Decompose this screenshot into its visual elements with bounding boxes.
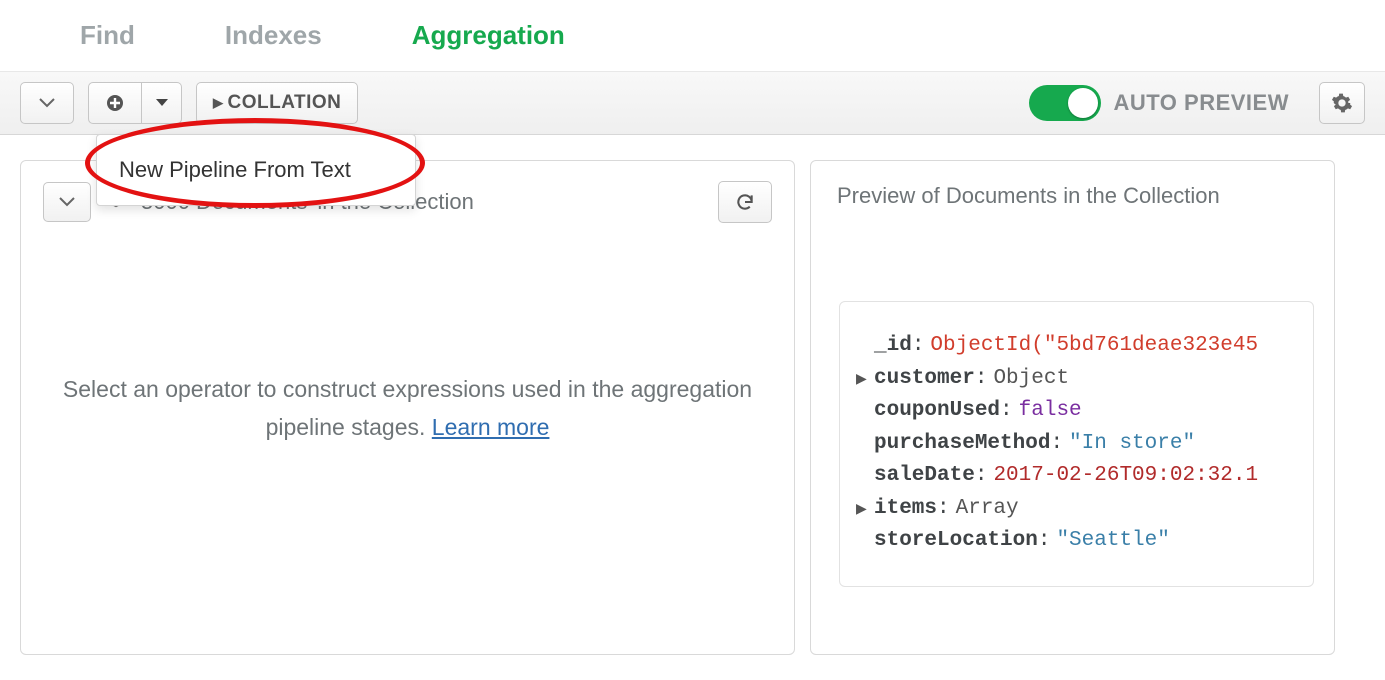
stage-placeholder: Select an operator to construct expressi… <box>21 243 794 654</box>
tab-indexes[interactable]: Indexes <box>225 20 322 51</box>
tab-bar: Find Indexes Aggregation <box>0 0 1385 72</box>
learn-more-link[interactable]: Learn more <box>432 414 550 440</box>
toolbar-expand-button[interactable] <box>20 82 74 124</box>
settings-button[interactable] <box>1319 82 1365 124</box>
tab-aggregation[interactable]: Aggregation <box>412 20 565 51</box>
caret-right-icon: ▶ <box>856 370 874 392</box>
add-stage-dropdown-menu: New Pipeline From Text <box>96 134 416 206</box>
stage-collapse-button[interactable] <box>43 182 91 222</box>
doc-field-items[interactable]: ▶ items: Array <box>856 493 1301 526</box>
caret-right-icon: ▶ <box>213 95 224 111</box>
auto-preview-toggle-wrap: AUTO PREVIEW <box>1029 85 1289 121</box>
gear-icon <box>1331 92 1353 114</box>
menu-item-new-pipeline-from-text[interactable]: New Pipeline From Text <box>97 149 415 191</box>
collation-button[interactable]: ▶ COLLATION <box>196 82 358 124</box>
caret-down-icon <box>156 99 168 107</box>
auto-preview-toggle[interactable] <box>1029 85 1101 121</box>
add-stage-button[interactable] <box>88 82 142 124</box>
doc-field-couponused: couponUsed: false <box>856 395 1301 428</box>
preview-header: Preview of Documents in the Collection <box>811 161 1334 231</box>
add-stage-dropdown-button[interactable] <box>142 82 182 124</box>
collation-label: COLLATION <box>228 92 342 114</box>
content-area: 5000 Documents in the Collection Select … <box>0 135 1385 680</box>
refresh-button[interactable] <box>718 181 772 223</box>
doc-field-id: _id: ObjectId("5bd761deae323e45 <box>856 330 1301 363</box>
toggle-knob <box>1068 88 1098 118</box>
add-stage-button-group <box>88 82 182 124</box>
chevron-down-icon <box>59 197 75 207</box>
placeholder-text: Select an operator to construct expressi… <box>63 376 752 440</box>
doc-field-customer[interactable]: ▶ customer: Object <box>856 363 1301 396</box>
aggregation-toolbar: ▶ COLLATION AUTO PREVIEW <box>0 72 1385 135</box>
plus-circle-icon <box>105 93 125 113</box>
caret-right-icon: ▶ <box>856 500 874 522</box>
doc-field-storelocation: storeLocation: "Seattle" <box>856 525 1301 558</box>
chevron-down-icon <box>39 98 55 108</box>
refresh-icon <box>735 192 755 212</box>
document-preview-card: _id: ObjectId("5bd761deae323e45 ▶ custom… <box>839 301 1314 587</box>
pipeline-stage-panel: 5000 Documents in the Collection Select … <box>20 160 795 655</box>
doc-field-purchasemethod: purchaseMethod: "In store" <box>856 428 1301 461</box>
tab-find[interactable]: Find <box>80 20 135 51</box>
doc-field-saledate: saleDate: 2017-02-26T09:02:32.1 <box>856 460 1301 493</box>
auto-preview-label: AUTO PREVIEW <box>1113 90 1289 116</box>
preview-panel: Preview of Documents in the Collection _… <box>810 160 1335 655</box>
